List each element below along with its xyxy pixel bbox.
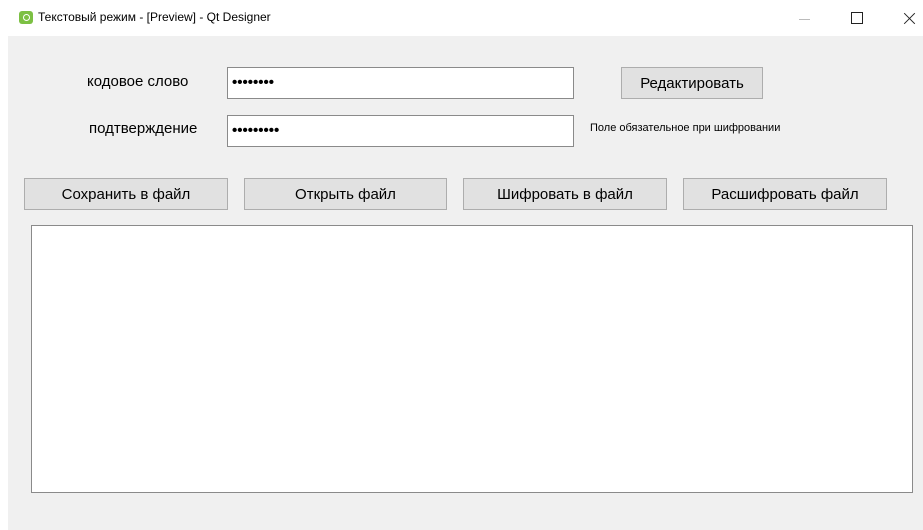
close-button[interactable] [886, 0, 923, 36]
text-editor[interactable] [31, 225, 913, 493]
maximize-icon [851, 12, 863, 24]
minimize-button[interactable] [781, 0, 827, 36]
maximize-button[interactable] [834, 0, 880, 36]
qt-designer-icon [19, 11, 33, 24]
codeword-label: кодовое слово [87, 73, 189, 90]
confirm-label: подтверждение [89, 120, 198, 137]
close-icon [903, 12, 916, 25]
open-file-button[interactable]: Открыть файл [244, 178, 447, 210]
codeword-input[interactable]: •••••••• [227, 67, 574, 99]
decrypt-file-button[interactable]: Расшифровать файл [683, 178, 887, 210]
encrypt-to-file-button[interactable]: Шифровать в файл [463, 178, 667, 210]
edit-button[interactable]: Редактировать [621, 67, 763, 99]
confirm-input[interactable]: ••••••••• [227, 115, 574, 147]
client-area: кодовое слово •••••••• Редактировать под… [8, 36, 923, 530]
required-hint: Поле обязательное при шифровании [590, 122, 781, 134]
save-to-file-button[interactable]: Сохранить в файл [24, 178, 228, 210]
window-title: Текстовый режим - [Preview] - Qt Designe… [38, 10, 271, 24]
title-bar[interactable]: Текстовый режим - [Preview] - Qt Designe… [0, 0, 923, 36]
minimize-icon [798, 18, 810, 20]
